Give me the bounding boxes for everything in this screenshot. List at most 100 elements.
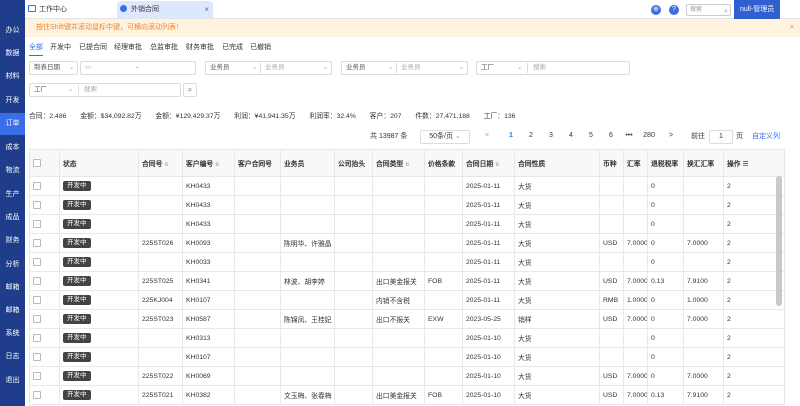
col-header-contract-date[interactable]: 合同日期 ⇅ <box>462 149 515 177</box>
row-checkbox-box[interactable] <box>33 239 41 247</box>
sort-icon[interactable]: ⇅ <box>215 162 219 168</box>
row-checkbox-box[interactable] <box>33 334 41 342</box>
sort-icon[interactable]: ⇅ <box>164 162 168 168</box>
nav-item-log[interactable]: 日志 <box>0 346 25 368</box>
next-page-button[interactable]: > <box>664 130 678 144</box>
factory-search-input-2[interactable]: 搜索 <box>84 84 97 96</box>
row-checkbox[interactable] <box>29 233 60 253</box>
factory-filter-2[interactable]: 工厂 ⌄ 搜索 <box>29 83 181 97</box>
tab-work-center[interactable]: 工作中心 <box>25 1 115 18</box>
status-tab-contract-submitted[interactable]: 已提合同 <box>79 42 107 52</box>
status-tab-revoked[interactable]: 已撤销 <box>250 42 271 52</box>
row-checkbox[interactable] <box>29 252 60 272</box>
row-checkbox-box[interactable] <box>33 296 41 304</box>
actions-cell[interactable]: 2 <box>723 347 785 367</box>
row-checkbox[interactable] <box>29 176 60 196</box>
nav-item-office[interactable]: 办公 <box>0 20 25 42</box>
row-checkbox-box[interactable] <box>33 315 41 323</box>
goto-page-input[interactable]: 1 <box>709 130 733 144</box>
factory-field-select[interactable]: 工厂 <box>481 64 494 71</box>
row-checkbox-box[interactable] <box>33 353 41 361</box>
status-tab-developing[interactable]: 开发中 <box>50 42 71 52</box>
vertical-scrollbar[interactable] <box>776 176 782 306</box>
close-icon[interactable]: × <box>790 19 794 37</box>
tab-export-contract[interactable]: 外销合同 × <box>117 1 213 18</box>
row-checkbox[interactable] <box>29 214 60 234</box>
row-checkbox[interactable] <box>29 271 60 291</box>
row-checkbox-box[interactable] <box>33 258 41 266</box>
actions-cell[interactable]: 2 <box>723 328 785 348</box>
top-search-input[interactable]: 搜索 ⌕ <box>686 4 731 16</box>
status-tab-completed[interactable]: 已完成 <box>222 42 243 52</box>
user-menu[interactable]: null-管理员 <box>734 0 781 19</box>
row-checkbox-box[interactable] <box>33 391 41 399</box>
row-checkbox[interactable] <box>29 195 60 215</box>
help-icon[interactable]: ? <box>669 5 679 15</box>
col-header-contract-no[interactable]: 合同号 ⇅ <box>138 149 183 177</box>
row-checkbox[interactable] <box>29 328 60 348</box>
salesperson-input-1[interactable]: 业务员 <box>265 62 285 74</box>
table-row[interactable]: 开发中 225ST022 KH0069 2025-01-10 大货 USD 7.0000 0 7… <box>29 366 785 386</box>
table-row[interactable]: 开发中 225ST021 KH0382 文玉梅、张春梅 出口美金报关 FOB 2025-01… <box>29 385 785 405</box>
actions-cell[interactable]: 2 <box>723 366 785 386</box>
row-checkbox-box[interactable] <box>33 182 41 190</box>
search-button[interactable]: ⌕ <box>183 83 197 97</box>
nav-item-data[interactable]: 数据 <box>0 43 25 65</box>
nav-item-logistics[interactable]: 物流 <box>0 160 25 182</box>
row-checkbox[interactable] <box>29 347 60 367</box>
prev-page-button[interactable]: < <box>480 130 494 144</box>
page-button-4[interactable]: 4 <box>564 130 578 144</box>
nav-item-mailbox[interactable]: 邮箱 <box>0 277 25 299</box>
row-checkbox-box[interactable] <box>33 277 41 285</box>
nav-item-production[interactable]: 生产 <box>0 184 25 206</box>
date-range-picker[interactable]: ▭ - <box>80 61 196 75</box>
row-checkbox-box[interactable] <box>33 220 41 228</box>
table-row[interactable]: 开发中 225ST025 KH0341 林波、胡李婷 出口美金报关 FOB 2025-01-… <box>29 271 785 291</box>
salesperson-input-2[interactable]: 业务员 <box>401 62 421 74</box>
status-tab-director-approval[interactable]: 总监审批 <box>150 42 178 52</box>
col-header-customer-code[interactable]: 客户编号 ⇅ <box>182 149 235 177</box>
factory-search-input-1[interactable]: 搜索 <box>533 62 546 74</box>
page-button-280[interactable]: 280 <box>639 130 659 144</box>
salesperson-filter-2[interactable]: 业务员 ⌄ 业务员 ⌄ <box>341 61 468 75</box>
status-tab-manager-approval[interactable]: 经理审批 <box>114 42 142 52</box>
menu-icon[interactable]: ☰ <box>742 161 748 168</box>
page-button-6[interactable]: 6 <box>604 130 618 144</box>
page-button-1[interactable]: 1 <box>504 130 518 144</box>
page-button-5[interactable]: 5 <box>584 130 598 144</box>
nav-item-material[interactable]: 材料 <box>0 66 25 88</box>
table-row[interactable]: 开发中 KH0433 2025-01-11 大货 0 2 <box>29 176 785 196</box>
col-header-actions[interactable]: 操作 ☰ <box>723 149 785 177</box>
table-row[interactable]: 开发中 225KJ004 KH0107 内销不含税 2025-01-11 大货 RMB 1.0… <box>29 290 785 310</box>
row-checkbox[interactable] <box>29 385 60 405</box>
col-header-contract-type[interactable]: 合同类型 ⇅ <box>372 149 425 177</box>
factory-field-select[interactable]: 工厂 <box>34 86 47 93</box>
globe-icon[interactable]: ⊕ <box>651 5 661 15</box>
page-size-select[interactable]: 50条/页 ⌄ <box>420 130 470 144</box>
status-tab-finance-approval[interactable]: 财务审批 <box>186 42 214 52</box>
row-checkbox-box[interactable] <box>33 201 41 209</box>
row-checkbox[interactable] <box>29 309 60 329</box>
table-row[interactable]: 开发中 KH0033 2025-01-11 大货 0 2 <box>29 252 785 272</box>
table-row[interactable]: 开发中 225ST023 KH0587 陈锦凤、王桂妃 出口不报关 EXW 2023-05-… <box>29 309 785 329</box>
row-checkbox-box[interactable] <box>33 372 41 380</box>
sort-icon[interactable]: ⇅ <box>405 162 409 168</box>
page-button-3[interactable]: 3 <box>544 130 558 144</box>
salesperson-field-select[interactable]: 业务员 <box>210 64 230 71</box>
table-row[interactable]: 开发中 KH0433 2025-01-11 大货 0 2 <box>29 214 785 234</box>
nav-item-finished-goods[interactable]: 成品 <box>0 207 25 229</box>
actions-cell[interactable]: 2 <box>723 385 785 405</box>
date-type-select[interactable]: 制表日期 ⌄ <box>29 61 78 75</box>
salesperson-field-select[interactable]: 业务员 <box>346 64 366 71</box>
sort-icon[interactable]: ⇅ <box>495 162 499 168</box>
nav-item-develop[interactable]: 开发 <box>0 90 25 112</box>
nav-item-cost[interactable]: 成本 <box>0 137 25 159</box>
row-checkbox[interactable] <box>29 366 60 386</box>
table-row[interactable]: 开发中 KH0107 2025-01-10 大货 0 2 <box>29 347 785 367</box>
nav-item-logout[interactable]: 退出 <box>0 370 25 392</box>
salesperson-filter-1[interactable]: 业务员 ⌄ 业务员 ⌄ <box>205 61 332 75</box>
nav-item-order[interactable]: 订单 <box>0 113 25 135</box>
custom-columns-link[interactable]: 自定义列 <box>752 130 780 144</box>
page-ellipsis[interactable]: ••• <box>621 130 637 144</box>
nav-item-finance[interactable]: 财务 <box>0 230 25 252</box>
